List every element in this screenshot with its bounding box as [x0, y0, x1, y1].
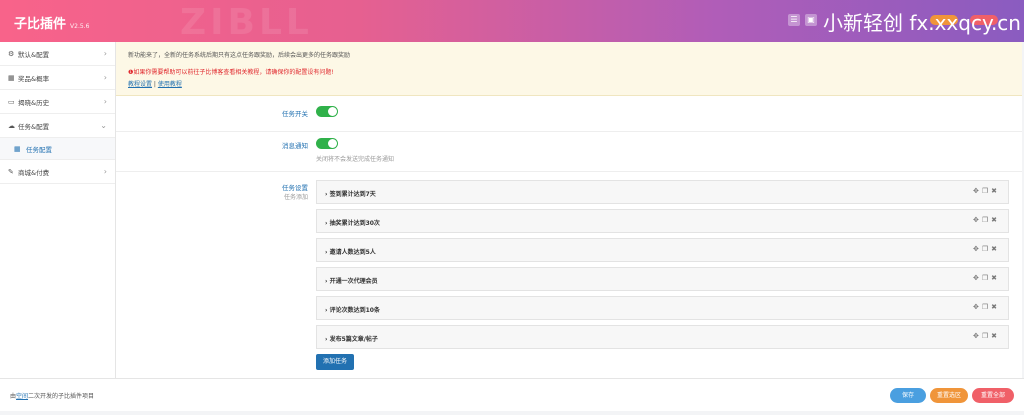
task-item-title: › 抽奖累计达到30次: [325, 220, 380, 227]
reset-section-button[interactable]: 重置选区: [930, 388, 968, 403]
chevron-right-icon: ›: [103, 167, 107, 176]
save-button[interactable]: 保存: [890, 388, 926, 403]
reset-all-button[interactable]: 重置全部: [972, 388, 1014, 403]
sidebar-item-label: 商城&付费: [18, 168, 50, 177]
footer-bar: 由空间二次开发的子比插件项目 保存 重置选区 重置全部: [0, 378, 1024, 411]
task-settings-label: 任务设置: [282, 184, 308, 192]
message-notify-toggle[interactable]: [316, 138, 338, 149]
book-icon: ▭: [8, 97, 15, 106]
message-notify-hint: 关闭将不会发送完成任务通知: [316, 156, 395, 163]
task-item[interactable]: › 评论次数达到10条 ✥❐✖: [316, 296, 1009, 320]
add-task-button[interactable]: 添加任务: [316, 354, 354, 370]
task-item-title: › 签到累计达到7天: [325, 191, 376, 198]
calendar-icon: ▦: [8, 73, 15, 82]
move-icon[interactable]: ✥: [973, 274, 982, 282]
usage-tutorial-link[interactable]: 使用教程: [158, 81, 182, 88]
watermark-overlay-text: 小新轻创 fx.xxqcy.cn: [823, 11, 1021, 35]
task-switch-label: 任务开关: [282, 110, 308, 118]
close-icon[interactable]: ✖: [991, 332, 1000, 340]
task-item[interactable]: › 邀请人数达到5人 ✥❐✖: [316, 238, 1009, 262]
sidebar-item-shop[interactable]: ✎ 商城&付费 ›: [0, 160, 115, 184]
copy-icon[interactable]: ❐: [982, 303, 991, 311]
copy-icon[interactable]: ❐: [982, 332, 991, 340]
sidebar-item-defaults[interactable]: ⚙ 默认&配置 ›: [0, 42, 115, 66]
credit-suffix: 二次开发的子比插件项目: [28, 393, 95, 400]
footer-credit: 由空间二次开发的子比插件项目: [10, 391, 94, 400]
notice-text: 新功能来了，全新的任务系统后期只有这点任务跟奖励，后续会出更多的任务跟奖励: [128, 52, 351, 59]
header-bar: ZIBLL 子比插件 V2.5.6 ☰ ▣ 小新轻创 fx.xxqcy.cn: [0, 0, 1024, 43]
chevron-down-icon: ⌄: [100, 121, 107, 130]
task-item[interactable]: › 开通一次代理会员 ✥❐✖: [316, 267, 1009, 291]
sidebar-subitem-task-config[interactable]: ▦ 任务配置: [0, 138, 115, 160]
credit-link[interactable]: 空间: [16, 393, 28, 400]
task-settings-row: 任务设置 任务添加 › 签到累计达到7天 ✥❐✖ › 抽奖累计达到30次 ✥❐✖…: [116, 172, 1022, 378]
task-title-text: 抽奖累计达到30次: [329, 220, 380, 227]
sidebar-item-tasks[interactable]: ☁ 任务&配置 ⌄: [0, 114, 115, 138]
chevron-right-icon: ›: [103, 73, 107, 82]
sidebar-item-label: 任务&配置: [18, 122, 50, 131]
task-item-tools: ✥❐✖: [973, 332, 1000, 340]
copy-icon[interactable]: ❐: [982, 216, 991, 224]
task-switch-toggle[interactable]: [316, 106, 338, 117]
task-switch-row: 任务开关: [116, 96, 1022, 132]
task-item[interactable]: › 抽奖累计达到30次 ✥❐✖: [316, 209, 1009, 233]
task-title-text: 开通一次代理会员: [329, 278, 378, 285]
sidebar: ⚙ 默认&配置 › ▦ 奖品&概率 › ▭ 揭晓&历史 › ☁ 任务&配置 ⌄ …: [0, 42, 116, 378]
copy-icon[interactable]: ❐: [982, 187, 991, 195]
header-watermark: ZIBLL: [180, 2, 313, 43]
move-icon[interactable]: ✥: [973, 216, 982, 224]
task-item[interactable]: › 发布5篇文章/帖子 ✥❐✖: [316, 325, 1009, 349]
message-notify-row: 消息通知 关闭将不会发送完成任务通知: [116, 132, 1022, 172]
sidebar-item-label: 默认&配置: [18, 50, 50, 59]
task-item-title: › 开通一次代理会员: [325, 278, 378, 285]
task-item-tools: ✥❐✖: [973, 245, 1000, 253]
close-icon[interactable]: ✖: [991, 187, 1000, 195]
gear-icon: ⚙: [8, 49, 15, 58]
main-content: 新功能来了，全新的任务系统后期只有这点任务跟奖励，后续会出更多的任务跟奖励 ❶如…: [116, 42, 1022, 378]
move-icon[interactable]: ✥: [973, 245, 982, 253]
notice-links: 教程设置 | 使用教程: [128, 79, 1010, 88]
chevron-right-icon: ›: [103, 49, 107, 58]
tutorial-settings-link[interactable]: 教程设置: [128, 81, 152, 88]
notice-box: 新功能来了，全新的任务系统后期只有这点任务跟奖励，后续会出更多的任务跟奖励 ❶如…: [116, 42, 1022, 96]
task-title-text: 发布5篇文章/帖子: [329, 336, 378, 343]
task-settings-sublabel: 任务添加: [283, 194, 308, 201]
move-icon[interactable]: ✥: [973, 303, 982, 311]
task-item-tools: ✥❐✖: [973, 216, 1000, 224]
task-item-title: › 发布5篇文章/帖子: [325, 336, 378, 343]
copy-icon[interactable]: ❐: [982, 245, 991, 253]
task-item[interactable]: › 签到累计达到7天 ✥❐✖: [316, 180, 1009, 204]
message-notify-label: 消息通知: [282, 142, 308, 150]
task-title-text: 邀请人数达到5人: [329, 249, 376, 256]
app-version: V2.5.6: [70, 23, 90, 30]
menu-icon[interactable]: ☰: [788, 14, 800, 26]
task-item-tools: ✥❐✖: [973, 274, 1000, 282]
copy-icon[interactable]: ❐: [982, 274, 991, 282]
chevron-right-icon: ›: [103, 97, 107, 106]
calendar-icon: ▦: [14, 144, 21, 153]
move-icon[interactable]: ✥: [973, 187, 982, 195]
notice-warning: ❶如果你需要帮助可以前往子比博客查看相关教程，请确保你的配置设有问题!: [128, 69, 334, 76]
sidebar-item-prizes[interactable]: ▦ 奖品&概率 ›: [0, 66, 115, 90]
task-title-text: 签到累计达到7天: [329, 191, 376, 198]
panel-icon[interactable]: ▣: [805, 14, 817, 26]
close-icon[interactable]: ✖: [991, 303, 1000, 311]
close-icon[interactable]: ✖: [991, 274, 1000, 282]
sidebar-item-label: 揭晓&历史: [18, 98, 50, 107]
sidebar-item-history[interactable]: ▭ 揭晓&历史 ›: [0, 90, 115, 114]
app-title: 子比插件: [14, 17, 67, 32]
task-item-title: › 评论次数达到10条: [325, 307, 380, 314]
task-item-title: › 邀请人数达到5人: [325, 249, 376, 256]
task-title-text: 评论次数达到10条: [329, 307, 380, 314]
task-item-tools: ✥❐✖: [973, 187, 1000, 195]
app-logo: 子比插件 V2.5.6: [14, 13, 89, 32]
close-icon[interactable]: ✖: [991, 216, 1000, 224]
close-icon[interactable]: ✖: [991, 245, 1000, 253]
sidebar-item-label: 奖品&概率: [18, 74, 50, 83]
task-item-tools: ✥❐✖: [973, 303, 1000, 311]
cloud-icon: ☁: [8, 121, 15, 130]
paint-icon: ✎: [8, 167, 14, 176]
sidebar-subitem-label: 任务配置: [26, 145, 52, 154]
move-icon[interactable]: ✥: [973, 332, 982, 340]
